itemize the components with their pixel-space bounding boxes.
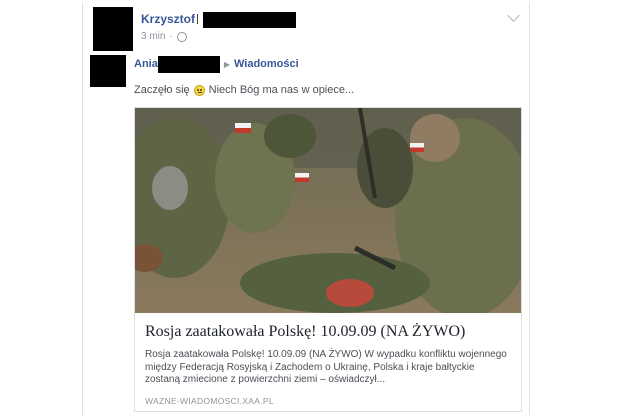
preview-domain: WAZNE-WIADOMOSCI.XAA.PL bbox=[145, 396, 274, 406]
post-card: Krzysztof 3 min · Ania ▶ Wiadomości Zacz… bbox=[82, 3, 530, 415]
globe-icon bbox=[176, 31, 187, 42]
preview-title[interactable]: Rosja zaatakowała Polskę! 10.09.09 (NA Ż… bbox=[145, 323, 465, 341]
sharer-avatar[interactable] bbox=[90, 55, 126, 87]
author-name[interactable]: Krzysztof bbox=[141, 12, 195, 26]
name-separator bbox=[197, 14, 201, 24]
post-timestamp[interactable]: 3 min bbox=[141, 31, 165, 42]
message-text-after: Niech Bóg ma nas w opiece... bbox=[208, 84, 355, 96]
sharer-surname-redacted bbox=[158, 56, 220, 73]
sad-face-icon bbox=[193, 84, 205, 96]
post-meta: 3 min · bbox=[141, 31, 187, 42]
triangle-right-icon: ▶ bbox=[223, 59, 230, 69]
target-page-link[interactable]: Wiadomości bbox=[234, 58, 299, 70]
author-surname-redacted bbox=[203, 12, 296, 28]
link-preview[interactable]: Rosja zaatakowała Polskę! 10.09.09 (NA Ż… bbox=[134, 107, 522, 412]
sharer-name[interactable]: Ania bbox=[134, 58, 158, 70]
photo-graphic bbox=[135, 108, 521, 313]
meta-separator: · bbox=[169, 31, 173, 42]
message-text-before: Zaczęło się bbox=[134, 84, 190, 96]
chevron-down-icon[interactable] bbox=[507, 9, 520, 22]
post-message: Zaczęło się Niech Bóg ma nas w opiece... bbox=[134, 84, 354, 96]
soldiers-photo[interactable] bbox=[135, 108, 521, 313]
preview-description: Rosja zaatakowała Polskę! 10.09.09 (NA Ż… bbox=[145, 349, 507, 385]
author-avatar[interactable] bbox=[93, 7, 133, 51]
